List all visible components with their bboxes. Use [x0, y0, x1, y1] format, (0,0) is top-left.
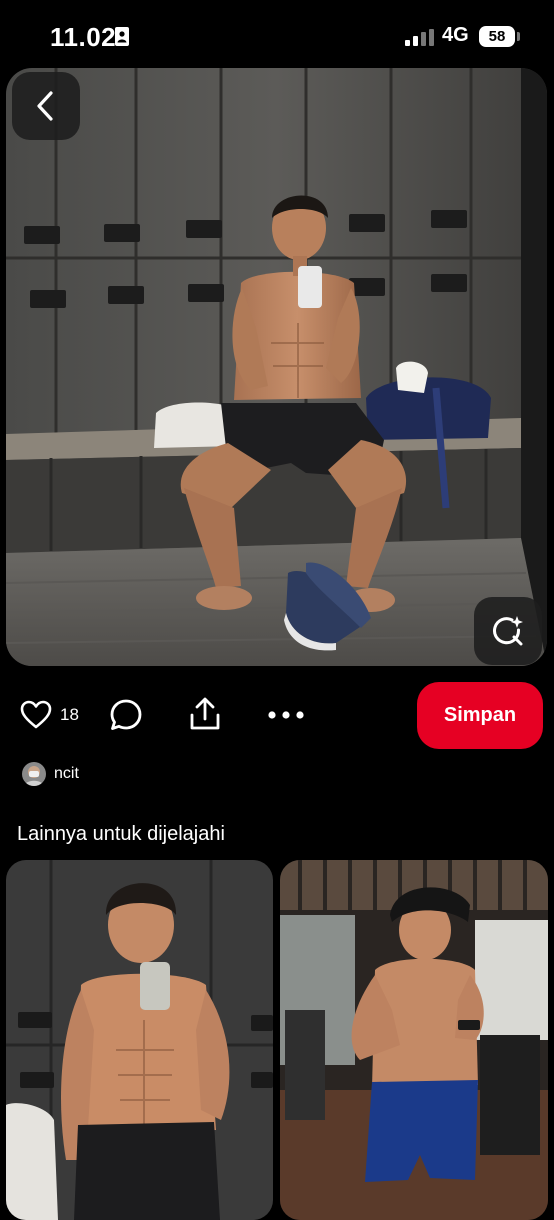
back-button[interactable] [12, 72, 80, 140]
signal-icon [405, 29, 434, 46]
comment-button[interactable] [108, 697, 144, 733]
visual-search-button[interactable] [474, 597, 542, 665]
share-button[interactable] [186, 695, 224, 733]
creator-row[interactable]: ncit [22, 762, 79, 786]
chevron-left-icon [37, 91, 53, 121]
share-icon [190, 697, 220, 730]
more-options-button[interactable] [264, 698, 308, 732]
comment-bubble-icon [110, 699, 142, 730]
battery-icon: 58 [479, 26, 515, 47]
like-count: 18 [60, 705, 79, 724]
related-pin-photo [280, 860, 548, 1220]
status-time: 11.02 [50, 22, 117, 52]
id-card-icon [115, 27, 129, 46]
creator-name[interactable]: ncit [54, 765, 79, 783]
like-button[interactable]: 18 [20, 697, 92, 733]
save-button[interactable]: Simpan [417, 682, 543, 749]
status-bar: 11.02 4G 58 [0, 0, 554, 70]
sparkle-search-icon [493, 616, 523, 646]
pin-image[interactable] [6, 68, 547, 666]
battery-cap [517, 32, 520, 41]
related-pin-photo [6, 860, 273, 1220]
heart-icon [20, 700, 52, 729]
related-pin[interactable] [6, 860, 273, 1220]
pin-photo [6, 68, 547, 666]
ellipsis-icon [268, 711, 304, 719]
battery-level: 58 [488, 28, 506, 45]
network-type: 4G [442, 24, 469, 46]
avatar[interactable] [22, 762, 46, 786]
section-heading: Lainnya untuk dijelajahi [17, 823, 225, 845]
related-pin[interactable] [280, 860, 548, 1220]
